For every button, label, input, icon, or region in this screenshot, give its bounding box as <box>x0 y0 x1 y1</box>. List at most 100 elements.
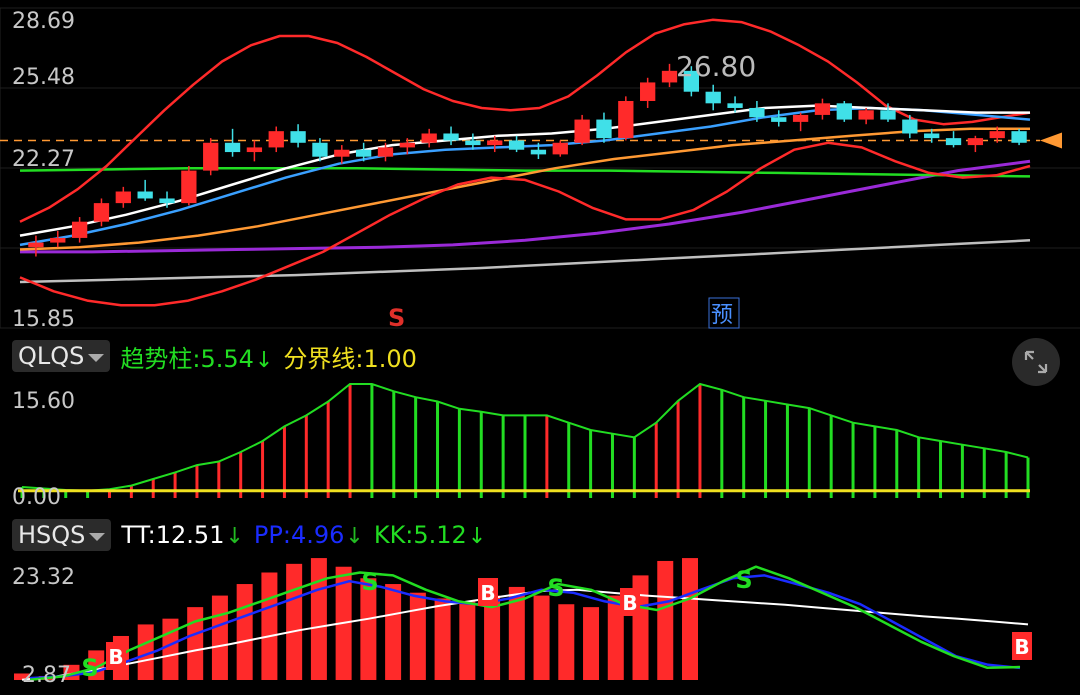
candle-body <box>421 133 437 143</box>
down-arrow-icon: ↓ <box>467 524 487 549</box>
hsqs-indicator-selector[interactable]: HSQS <box>12 519 112 551</box>
candle-body <box>945 138 962 146</box>
main-y-tick-bottom: 15.85 <box>12 307 75 332</box>
hsqs-bar <box>434 598 451 680</box>
candle-body <box>137 191 153 199</box>
candle-body <box>50 237 66 243</box>
qlqs-trend-value: 5.54 <box>200 344 254 373</box>
price-marker-label: 26.80 <box>676 50 756 83</box>
hsqs-bar <box>409 592 426 680</box>
candle-body <box>465 140 481 146</box>
hsqs-pp-value: 4.96 <box>290 521 345 549</box>
candle-body <box>858 110 874 120</box>
ma-gray-line <box>19 239 1031 284</box>
hsqs-bar <box>583 607 600 680</box>
hsqs-pp: PP:4.96↓ <box>254 521 364 549</box>
candle-body <box>1011 131 1027 143</box>
hsqs-bar <box>657 560 674 680</box>
candle-body <box>246 147 263 153</box>
hsqs-bar <box>682 558 698 680</box>
hsqs-bar <box>459 601 476 680</box>
candle-body <box>727 103 743 108</box>
qlqs-boundary: 分界线:1.00 <box>283 339 417 374</box>
candle-body <box>508 140 525 150</box>
forecast-marker: 预 <box>711 303 733 328</box>
qlqs-indicator-selector[interactable]: QLQS <box>12 340 111 372</box>
buy-signal-label: B <box>1014 635 1029 659</box>
hsqs-tt: TT:12.51↓ <box>121 521 244 549</box>
buy-signal-label: B <box>622 591 637 615</box>
candle-body <box>902 119 918 134</box>
candle-body <box>530 149 547 155</box>
hsqs-bar <box>533 595 550 680</box>
qlqs-y-tick-bottom: 0.00 <box>12 485 61 510</box>
hsqs-bar <box>236 584 253 680</box>
qlqs-panel <box>18 382 1030 498</box>
candle-body <box>159 198 175 204</box>
candle-body <box>661 70 678 83</box>
qlqs-header: QLQS 趋势柱:5.54↓ 分界线:1.00 <box>12 338 417 374</box>
expand-button[interactable] <box>1012 338 1060 386</box>
qlqs-boundary-label: 分界线: <box>283 344 364 373</box>
sell-marker-s: S <box>388 304 405 332</box>
chevron-down-icon <box>89 533 106 541</box>
hsqs-bar <box>261 572 278 680</box>
candle-body <box>814 103 831 115</box>
main-y-tick-top: 28.69 <box>12 9 75 34</box>
candle-body <box>836 103 852 120</box>
buy-signal-label: B <box>108 645 123 669</box>
hsqs-bar <box>162 618 179 680</box>
candle-body <box>552 142 568 155</box>
qlqs-trend: 趋势柱:5.54↓ <box>120 339 273 374</box>
candle-body <box>792 114 809 122</box>
candle-body <box>924 133 940 139</box>
hsqs-kk: KK:5.12↓ <box>374 521 486 549</box>
qlqs-boundary-value: 1.00 <box>363 344 417 373</box>
expand-icon <box>1024 350 1048 374</box>
boll-upper-line <box>19 18 1031 223</box>
hsqs-y-tick-bottom: 2.87 <box>22 663 71 688</box>
candle-body <box>749 107 765 118</box>
boll-lower-line <box>19 141 1031 307</box>
hsqs-bar <box>385 584 402 680</box>
candle-body <box>989 131 1005 139</box>
sell-signal-label: S <box>81 654 98 682</box>
candle-body <box>487 140 503 146</box>
hsqs-bar <box>558 604 575 680</box>
hsqs-panel: BBB BSS S S <box>14 558 1032 682</box>
candle-body <box>399 142 415 148</box>
main-y-tick-2: 25.48 <box>12 65 75 90</box>
candle-body <box>640 82 656 101</box>
sell-signal-label: S <box>361 568 378 596</box>
candle-body <box>771 117 787 122</box>
hsqs-bar <box>286 563 303 680</box>
hsqs-kk-value: 5.12 <box>413 521 467 549</box>
hsqs-bar <box>187 607 204 680</box>
down-arrow-icon: ↓ <box>345 524 364 549</box>
candle-body <box>880 110 896 120</box>
hsqs-tt-label: TT: <box>121 521 156 549</box>
main-price-panel <box>0 18 1062 307</box>
candle-body <box>574 119 590 143</box>
candle-body <box>93 203 110 222</box>
hsqs-bar <box>310 558 327 680</box>
down-arrow-icon: ↓ <box>254 347 274 373</box>
hsqs-kk-line <box>29 565 1021 682</box>
candle-body <box>28 242 44 248</box>
hsqs-y-tick-top: 23.32 <box>12 565 75 590</box>
candle-body <box>290 131 306 143</box>
ma-blue-line <box>19 106 1031 247</box>
hsqs-tt-value: 12.51 <box>155 521 225 549</box>
qlqs-trend-label: 趋势柱: <box>120 344 201 373</box>
candle-body <box>71 221 88 238</box>
main-y-tick-3: 22.27 <box>12 147 75 172</box>
hsqs-name: HSQS <box>18 521 86 549</box>
candle-body <box>115 191 131 204</box>
down-arrow-icon: ↓ <box>225 524 244 549</box>
hsqs-bar <box>211 595 228 680</box>
hsqs-kk-label: KK: <box>373 521 414 549</box>
candle-body <box>355 149 372 157</box>
candle-body <box>268 131 284 148</box>
candle-body <box>967 138 984 146</box>
hsqs-pp-label: PP: <box>253 521 291 549</box>
